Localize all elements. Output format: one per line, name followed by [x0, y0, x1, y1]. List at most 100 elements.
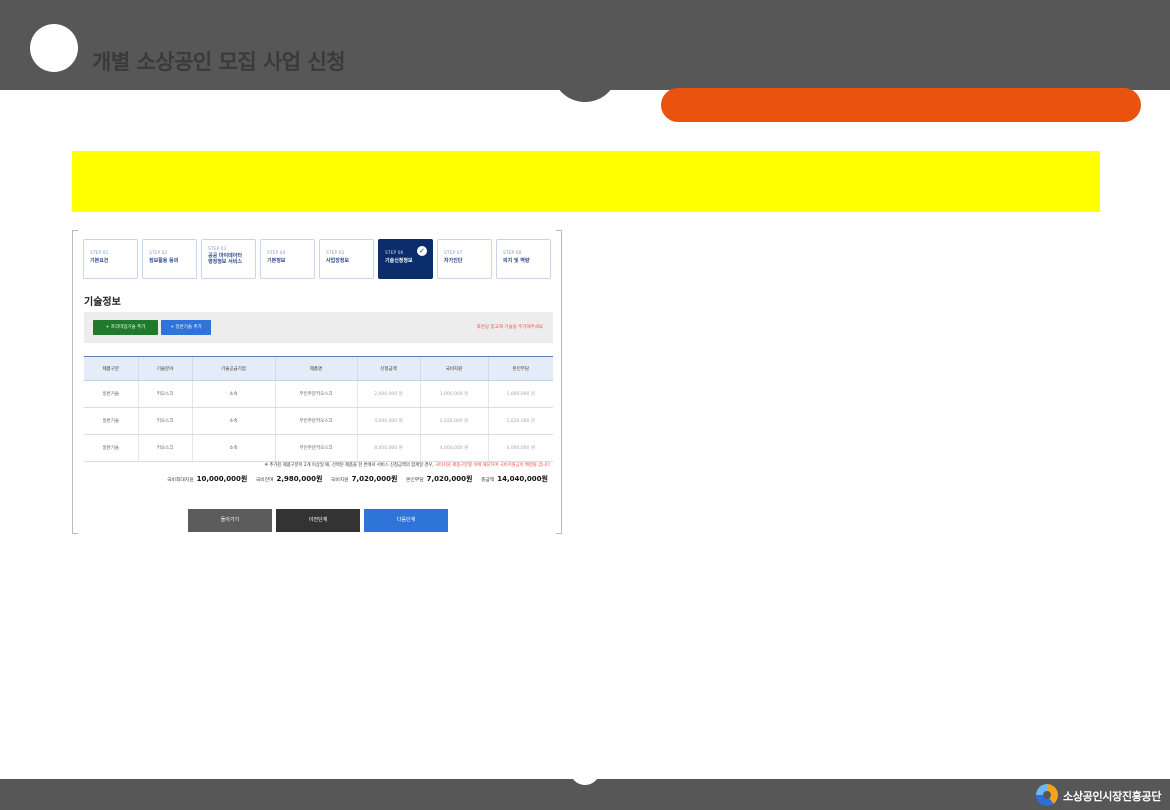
step-03[interactable]: STEP 03 공공 마이데이터 행정정보 서비스: [201, 239, 256, 279]
table-row[interactable]: 일반기술 키오스크 소속 무인주문키오스크 4,040,000 원 2,020,…: [84, 407, 553, 435]
total-self-pay: 본인부담 7,020,000원: [405, 475, 473, 483]
total-value: 7,020,000원: [426, 475, 473, 483]
table-cell: 무인주문키오스크: [274, 434, 357, 462]
section-title: 기술정보: [84, 297, 121, 308]
table-cell: 키오스크: [137, 407, 192, 435]
total-national-support: 국비지원 7,020,000원: [330, 475, 398, 483]
table-cell: 일반기술: [84, 434, 138, 462]
table-cell: 2,000,000 원: [356, 380, 420, 408]
step-02[interactable]: STEP 02 정보활용 동의: [142, 239, 197, 279]
slide-page: 개별 소상공인 모집 사업 신청 STEP 01 기본요건 STEP 02 정보…: [0, 0, 1170, 810]
table-cell: 일반기술: [84, 407, 138, 435]
table-cell: 1,000,000 원: [487, 380, 553, 408]
step-number: STEP 03: [208, 247, 227, 252]
step-actions: 돌아가기 이전단계 다음단계: [188, 509, 448, 532]
orange-callout-bar: [661, 88, 1141, 122]
column-header: 제품명: [274, 356, 357, 381]
logo-mark-icon: [1036, 784, 1058, 806]
step-indicator: STEP 01 기본요건 STEP 02 정보활용 동의 STEP 03 공공 …: [83, 239, 553, 279]
total-amount: 총금액 14,040,000원: [481, 475, 548, 483]
total-label: 국비지원: [330, 478, 349, 483]
total-value: 10,000,000원: [196, 475, 248, 483]
step-label: 기술신청정보: [385, 258, 413, 264]
table-cell: 2,020,000 원: [487, 407, 553, 435]
total-national-max: 국비최대지원 10,000,000원: [167, 475, 248, 483]
table-cell: 2,020,000 원: [419, 407, 488, 435]
total-label: 국비잔여: [255, 478, 274, 483]
step-label: 의지 및 역량: [503, 258, 530, 264]
add-general-tech-button[interactable]: + 일반기술 추가: [161, 320, 211, 335]
check-icon: ✓: [417, 246, 427, 256]
table-cell: 4,000,000 원: [419, 434, 488, 462]
step-05[interactable]: STEP 05 사업장정보: [319, 239, 374, 279]
tech-table: 제품구분 기술분야 기술공급기업 제품명 신청금액 국비지원 본인부담 일반기술…: [84, 356, 553, 462]
column-header: 본인부담: [487, 356, 553, 381]
total-value: 2,980,000원: [276, 475, 323, 483]
total-value: 14,040,000원: [497, 475, 548, 483]
table-cell: 소속: [191, 380, 275, 408]
step-number: STEP 02: [149, 251, 168, 256]
table-cell: 소속: [191, 434, 275, 462]
total-national-remaining: 국비잔여 2,980,000원: [255, 475, 323, 483]
step-label: 사업장정보: [326, 258, 350, 264]
table-cell: 소속: [191, 407, 275, 435]
toolbar-note: 화면상 참고해 기술을 추가해주세요: [476, 325, 543, 330]
table-cell: 키오스크: [137, 380, 192, 408]
total-label: 본인부담: [405, 478, 424, 483]
step-06-active[interactable]: STEP 06 기술신청정보 ✓: [378, 239, 433, 279]
total-label: 총금액: [481, 478, 495, 483]
page-title: 개별 소상공인 모집 사업 신청: [92, 50, 346, 74]
step-08[interactable]: STEP 08 의지 및 역량: [496, 239, 551, 279]
org-name: 소상공인시장진흥공단: [1063, 790, 1162, 803]
header-notch: [552, 62, 618, 102]
step-04[interactable]: STEP 04 기본정보: [260, 239, 315, 279]
column-header: 신청금액: [356, 356, 420, 381]
step-label: 기본요건: [90, 258, 109, 264]
column-header: 기술분야: [137, 356, 192, 381]
step-label: 기본정보: [267, 258, 286, 264]
step-label: 자가진단: [444, 258, 463, 264]
step-label: 정보활용 동의: [149, 258, 179, 264]
table-cell: 4,040,000 원: [356, 407, 420, 435]
column-header: 국비지원: [419, 356, 488, 381]
frame-corner-mark: [556, 230, 562, 231]
table-cell: 1,000,000 원: [419, 380, 488, 408]
table-cell: 무인주문키오스크: [274, 380, 357, 408]
table-cell: 8,000,000 원: [356, 434, 420, 462]
table-cell: 일반기술: [84, 380, 138, 408]
column-header: 제품구분: [84, 356, 138, 381]
step-label: 공공 마이데이터 행정정보 서비스: [208, 253, 242, 265]
table-cell: 4,000,000 원: [487, 434, 553, 462]
step-number: STEP 08: [503, 251, 522, 256]
frame-corner-mark: [556, 533, 562, 534]
column-header: 기술공급기업: [191, 356, 275, 381]
step-number: STEP 01: [90, 251, 109, 256]
next-step-button[interactable]: 다음단계: [364, 509, 448, 532]
step-number: STEP 06: [385, 251, 404, 256]
add-premium-tech-button[interactable]: + 프리미엄기술 추가: [93, 320, 158, 335]
table-row[interactable]: 일반기술 키오스크 소속 무인주문키오스크 8,000,000 원 4,000,…: [84, 434, 553, 462]
header-number-circle: [30, 24, 78, 72]
step-label-line2: 행정정보 서비스: [208, 259, 242, 265]
tech-toolbar: + 프리미엄기술 추가 + 일반기술 추가 화면상 참고해 기술을 추가해주세요: [84, 312, 553, 343]
table-footnote: ※ 추가된 제품구분이 2개 이상일 때, 선택된 제품을 한 번에서 서비스 …: [265, 462, 550, 468]
table-header-row: 제품구분 기술분야 기술공급기업 제품명 신청금액 국비지원 본인부담: [84, 356, 553, 381]
total-value: 7,020,000원: [351, 475, 398, 483]
back-button[interactable]: 돌아가기: [188, 509, 272, 532]
frame-corner-mark: [72, 533, 78, 534]
totals-summary: 국비최대지원 10,000,000원 국비잔여 2,980,000원 국비지원 7,0…: [160, 474, 548, 484]
previous-step-button[interactable]: 이전단계: [276, 509, 360, 532]
total-label: 국비최대지원: [167, 478, 194, 483]
table-cell: 무인주문키오스크: [274, 407, 357, 435]
step-number: STEP 04: [267, 251, 286, 256]
step-01[interactable]: STEP 01 기본요건: [83, 239, 138, 279]
table-row[interactable]: 일반기술 키오스크 소속 무인주문키오스크 2,000,000 원 1,000,…: [84, 380, 553, 408]
step-number: STEP 05: [326, 251, 345, 256]
step-number: STEP 07: [444, 251, 463, 256]
table-cell: 키오스크: [137, 434, 192, 462]
footnote-text: ※ 추가된 제품구분이 2개 이상일 때, 선택된 제품을 한 번에서 서비스 …: [264, 463, 434, 468]
yellow-highlight-band: [72, 151, 1100, 212]
step-07[interactable]: STEP 07 자가진단: [437, 239, 492, 279]
footnote-highlight: 국비지원 제품구분별 이에 해당하여 국비지원금이 배정될 겁니다: [435, 463, 550, 468]
frame-corner-mark: [72, 230, 78, 231]
